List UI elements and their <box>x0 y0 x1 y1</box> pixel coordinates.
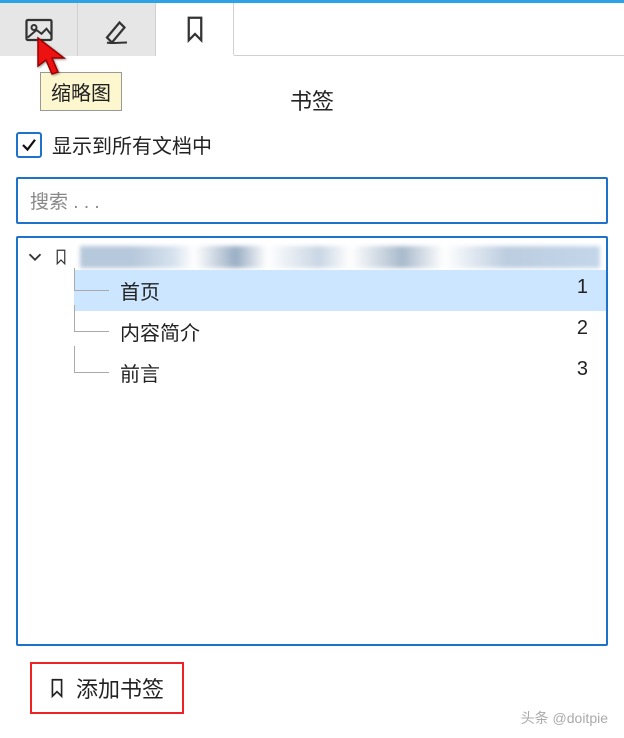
pencil-icon <box>102 15 132 45</box>
tree-root-label-redacted <box>80 246 600 268</box>
tree-item-label: 首页 <box>120 276 160 305</box>
tree-children: 首页 1 内容简介 2 前言 3 <box>74 270 606 393</box>
cursor-arrow-icon <box>36 36 70 85</box>
tree-item[interactable]: 内容简介 2 <box>74 311 606 352</box>
check-icon <box>20 136 38 154</box>
tree-item-page: 3 <box>577 358 594 387</box>
tree-item-page: 1 <box>577 276 594 305</box>
tree-item[interactable]: 前言 3 <box>74 352 606 393</box>
chevron-down-icon[interactable] <box>24 246 46 268</box>
show-all-docs-checkbox[interactable] <box>16 132 42 158</box>
tree-item-label: 内容简介 <box>120 317 200 346</box>
tree-item-label: 前言 <box>120 358 160 387</box>
add-bookmark-button[interactable]: 添加书签 <box>30 662 184 714</box>
tab-bookmarks[interactable] <box>156 3 234 56</box>
bookmark-icon <box>180 14 210 44</box>
watermark: 头条 @doitpie <box>521 708 608 728</box>
show-all-docs-row[interactable]: 显示到所有文档中 <box>0 126 624 171</box>
search-input[interactable]: 搜索 . . . <box>16 177 608 224</box>
tree-root[interactable] <box>18 246 606 268</box>
tree-item[interactable]: 首页 1 <box>74 270 606 311</box>
panel-tabs <box>0 0 624 56</box>
bookmark-outline-icon <box>46 675 68 701</box>
add-bookmark-label: 添加书签 <box>76 672 164 704</box>
tree-item-page: 2 <box>577 317 594 346</box>
tabs-spacer <box>234 3 624 56</box>
bookmark-tree[interactable]: 首页 1 内容简介 2 前言 3 <box>16 236 608 646</box>
tab-annotations[interactable] <box>78 3 156 56</box>
bookmark-outline-icon <box>52 246 70 268</box>
show-all-docs-label: 显示到所有文档中 <box>52 130 212 159</box>
